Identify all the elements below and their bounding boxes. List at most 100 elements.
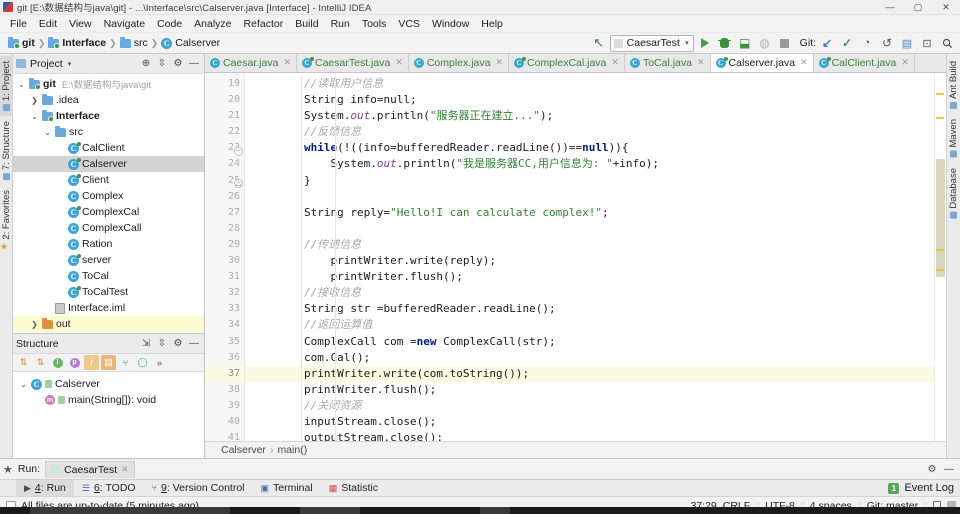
menu-item-run[interactable]: Run — [325, 17, 356, 31]
hierarchy-icon[interactable]: ⑂ — [118, 355, 133, 370]
breadcrumb-item-src[interactable]: src — [118, 36, 150, 49]
menu-item-file[interactable]: File — [4, 17, 33, 31]
code-line[interactable]: } — [245, 173, 934, 189]
sort-by-type-icon[interactable]: ⇅ — [33, 355, 48, 370]
tree-node-out[interactable]: ❯ out — [13, 316, 204, 332]
tree-node-complexcall[interactable]: C ComplexCall — [13, 220, 204, 236]
tool-window-button-structure[interactable]: 7: Structure — [0, 116, 13, 185]
show-inherited-icon[interactable]: I — [50, 355, 65, 370]
code-line[interactable]: printWriter.write(com.toString()); — [245, 365, 934, 382]
line-number[interactable]: 41 — [205, 430, 244, 441]
tree-node-complex[interactable]: C Complex — [13, 188, 204, 204]
tool-window-button-project[interactable]: 1: Project — [0, 56, 13, 117]
tree-node-server[interactable]: Cserver — [13, 252, 204, 268]
close-icon[interactable]: ✕ — [283, 57, 291, 68]
code-line[interactable]: ComplexCall com =new ComplexCall(str); — [245, 334, 934, 350]
code-editor[interactable]: − △ 192021222324252627282930313233343536… — [205, 73, 946, 441]
chevron-down-icon[interactable]: ⌄ — [43, 128, 52, 137]
menu-item-navigate[interactable]: Navigate — [98, 17, 151, 31]
editor-breadcrumb[interactable]: Calserver › main() — [205, 441, 946, 458]
fold-collapse-icon[interactable]: − — [234, 147, 243, 156]
chevron-down-icon[interactable]: ▾ — [68, 60, 72, 68]
line-number[interactable]: 35 — [205, 334, 244, 350]
git-commit-button[interactable]: ✓ — [838, 34, 856, 52]
gear-icon[interactable]: ⚙ — [171, 57, 185, 71]
line-number[interactable]: 37 — [205, 365, 244, 382]
sort-alphabetically-icon[interactable]: ⇅ — [16, 355, 31, 370]
close-icon[interactable]: ✕ — [121, 464, 129, 475]
code-text[interactable]: //读取用户信息 String info=null; System.out.pr… — [245, 73, 934, 441]
chevron-down-icon[interactable]: ⌄ — [30, 112, 39, 121]
gear-icon[interactable]: ⚙ — [925, 462, 939, 476]
warning-marker[interactable] — [936, 249, 944, 251]
fold-expand-icon[interactable]: △ — [234, 179, 243, 188]
line-number[interactable]: 20 — [205, 92, 244, 108]
pin-star-icon[interactable]: ★ — [3, 463, 13, 476]
editor-breadcrumb-item[interactable]: Calserver — [221, 444, 266, 456]
hide-panel-icon[interactable]: — — [187, 57, 201, 71]
code-line[interactable]: while(!((info=bufferedReader.readLine())… — [245, 140, 934, 156]
back-arrow-icon[interactable]: ↖ — [590, 34, 608, 52]
menu-item-window[interactable]: Window — [426, 17, 475, 31]
code-line[interactable]: outputStream.close(); — [245, 430, 934, 441]
scroll-to-source-icon[interactable]: ⊕ — [139, 57, 153, 71]
code-line[interactable]: //接收信息 — [245, 285, 934, 301]
tree-node--idea[interactable]: ❯ .idea — [13, 92, 204, 108]
code-line[interactable]: printWriter.flush(); — [245, 382, 934, 398]
warning-marker[interactable] — [936, 93, 944, 95]
code-line[interactable]: //读取用户信息 — [245, 76, 934, 92]
chevron-right-icon[interactable]: ❯ — [30, 320, 39, 329]
structure-tree[interactable]: ⌄ C Calserver m main(String[]): void — [13, 372, 204, 458]
hide-panel-icon[interactable]: — — [187, 337, 201, 351]
code-line[interactable] — [245, 221, 934, 237]
warning-marker[interactable] — [936, 269, 944, 271]
chevron-down-icon[interactable]: ⌄ — [19, 380, 28, 389]
tree-node-ration[interactable]: C Ration — [13, 236, 204, 252]
bottom-tab-todo[interactable]: ☰ 6: TODO — [74, 480, 144, 497]
close-icon[interactable]: ✕ — [611, 57, 619, 68]
chevron-down-icon[interactable]: ⌄ — [17, 80, 26, 89]
tree-node-tocal[interactable]: C ToCal — [13, 268, 204, 284]
code-line[interactable]: String str =bufferedReader.readLine(); — [245, 301, 934, 317]
expand-all-icon[interactable]: ⇲ — [139, 337, 153, 351]
line-number[interactable]: 27 — [205, 205, 244, 221]
tool-window-button-favorites[interactable]: ★ 2: Favorites — [0, 185, 13, 255]
menu-item-vcs[interactable]: VCS — [392, 17, 426, 31]
code-line[interactable]: System.out.println("服务器正在建立..."); — [245, 108, 934, 124]
editor-breadcrumb-item[interactable]: main() — [277, 444, 307, 456]
debug-button[interactable] — [716, 34, 734, 52]
tree-node-tocaltest[interactable]: C ToCalTest — [13, 284, 204, 300]
bottom-tab-statistic[interactable]: ▦ Statistic — [321, 480, 386, 497]
profile-button[interactable]: ◍ — [756, 34, 774, 52]
hide-panel-icon[interactable]: — — [942, 462, 956, 476]
show-properties-icon[interactable]: ▤ — [101, 355, 116, 370]
more-options-icon[interactable]: » — [152, 355, 167, 370]
menu-item-refactor[interactable]: Refactor — [238, 17, 290, 31]
menu-item-edit[interactable]: Edit — [33, 17, 63, 31]
tree-node-src[interactable]: ⌄ src — [13, 124, 204, 140]
breadcrumb-item-git[interactable]: git — [6, 36, 37, 49]
git-update-button[interactable]: ↙ — [818, 34, 836, 52]
run-tab-caesartest[interactable]: CaesarTest ✕ — [45, 460, 135, 478]
tool-window-button-database[interactable]: Database — [947, 163, 960, 224]
code-line[interactable]: System.out.println("我是服务器CC,用户信息为: "+inf… — [245, 156, 934, 172]
bottom-tab-run[interactable]: ▶ 4: Run — [16, 479, 74, 497]
code-line[interactable]: com.Cal(); — [245, 350, 934, 366]
editor-scrollbar-thumb[interactable] — [936, 159, 945, 277]
code-line[interactable]: //关闭资源 — [245, 398, 934, 414]
menu-item-code[interactable]: Code — [151, 17, 188, 31]
anonymous-classes-icon[interactable]: ◯ — [135, 355, 150, 370]
editor-tab-complexcal[interactable]: C ComplexCal.java ✕ — [509, 54, 625, 72]
code-line[interactable]: printWriter.write(reply); — [245, 253, 934, 269]
chevron-right-icon[interactable]: ❯ — [30, 96, 39, 105]
line-number[interactable]: 34 — [205, 317, 244, 333]
error-stripe-markers[interactable] — [934, 73, 946, 441]
close-icon[interactable]: ✕ — [800, 57, 808, 68]
editor-tab-calserver[interactable]: C Calserver.java ✕ — [710, 54, 814, 72]
run-configuration-selector[interactable]: CaesarTest ▾ — [609, 34, 694, 52]
close-icon[interactable]: ✕ — [901, 57, 909, 68]
line-number[interactable]: 26 — [205, 189, 244, 205]
collapse-all-icon[interactable]: ⇳ — [155, 57, 169, 71]
run-button[interactable] — [696, 34, 714, 52]
line-number-gutter[interactable]: − △ 192021222324252627282930313233343536… — [205, 73, 245, 441]
